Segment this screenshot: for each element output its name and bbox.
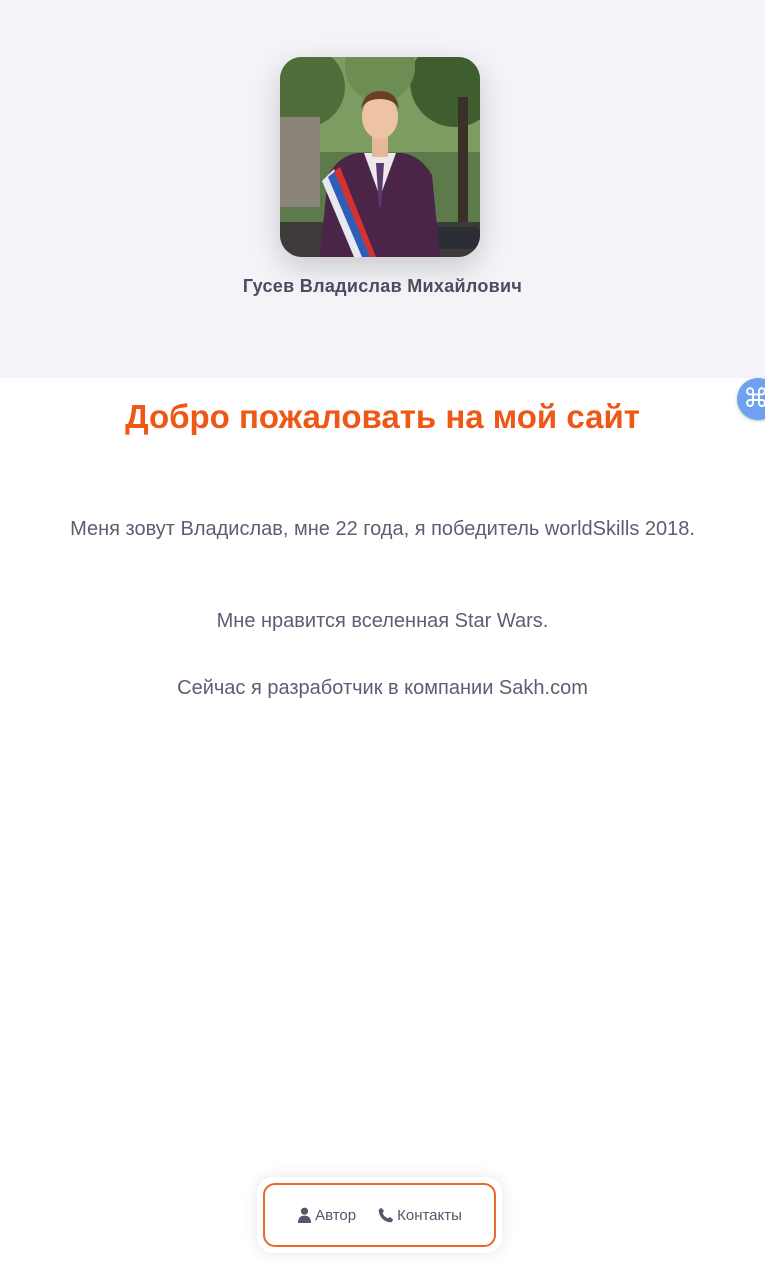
about-paragraph-job: Сейчас я разработчик в компании Sakh.com bbox=[177, 677, 588, 699]
nav-item-author-label: Автор bbox=[315, 1206, 357, 1224]
profile-header: Гусев Владислав Михайлович bbox=[0, 0, 765, 378]
bottom-nav: Автор Контакты bbox=[263, 1183, 496, 1247]
nav-item-contacts[interactable]: Контакты bbox=[378, 1207, 462, 1224]
welcome-title: Добро пожаловать на мой сайт bbox=[125, 398, 640, 435]
avatar bbox=[280, 57, 480, 257]
nav-item-author[interactable]: Автор bbox=[297, 1207, 356, 1224]
user-icon bbox=[298, 1207, 312, 1223]
nav-item-contacts-label: Контакты bbox=[397, 1206, 462, 1224]
about-paragraph-hobby: Мне нравится вселенная Star Wars. bbox=[216, 610, 549, 632]
avatar-photo bbox=[280, 57, 480, 257]
author-name: Гусев Владислав Михайлович bbox=[242, 276, 523, 296]
phone-icon bbox=[378, 1207, 394, 1223]
about-paragraph-intro: Меня зовут Владислав, мне 22 года, я поб… bbox=[70, 518, 695, 540]
bottom-nav-card: Автор Контакты bbox=[257, 1177, 502, 1253]
